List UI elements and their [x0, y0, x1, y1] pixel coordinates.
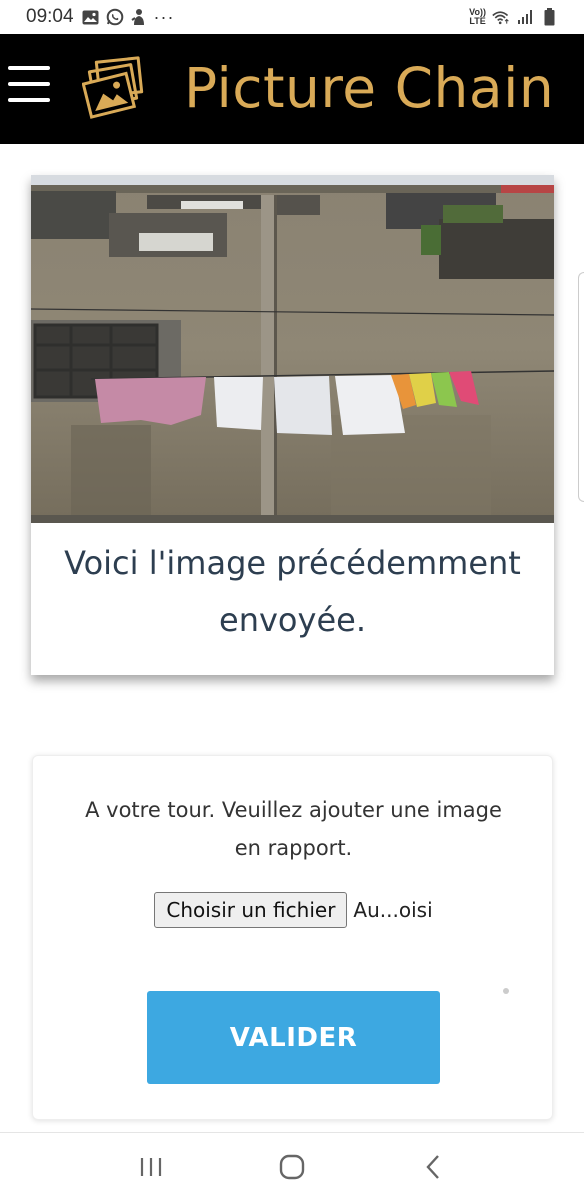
- home-icon[interactable]: [272, 1147, 312, 1187]
- menu-bar-line: [8, 82, 50, 86]
- image-icon: [82, 8, 100, 26]
- volte-indicator: Vo)) LTE: [469, 8, 486, 26]
- status-right: Vo)) LTE: [469, 8, 558, 26]
- status-bar: 09:04 ··· Vo)) LTE: [0, 0, 584, 34]
- selected-file-name: Au...oisi: [353, 898, 433, 922]
- recent-apps-icon[interactable]: [131, 1147, 171, 1187]
- previous-image-caption: Voici l'image précédemment envoyée.: [64, 544, 521, 639]
- back-icon[interactable]: [413, 1147, 453, 1187]
- wifi-icon: [492, 8, 510, 26]
- previous-image-card: Voici l'image précédemment envoyée.: [31, 175, 554, 675]
- menu-bar-line: [8, 98, 50, 102]
- signal-icon: [516, 8, 534, 26]
- status-time: 09:04: [26, 6, 74, 27]
- choose-file-button[interactable]: Choisir un fichier: [154, 892, 348, 928]
- previous-image-photo: [31, 175, 554, 523]
- upload-form-card: A votre tour. Veuillez ajouter une image…: [32, 755, 553, 1120]
- status-notification-icons: ···: [82, 7, 175, 28]
- battery-icon: [540, 8, 558, 26]
- app-header: Picture Chain: [0, 34, 584, 144]
- whatsapp-icon: [106, 8, 124, 26]
- status-left: 09:04 ···: [26, 6, 175, 28]
- picture-chain-logo-icon[interactable]: [81, 56, 146, 120]
- menu-icon[interactable]: [8, 66, 50, 102]
- notification-icon: [130, 8, 148, 26]
- menu-bar-line: [8, 66, 50, 70]
- upload-prompt: A votre tour. Veuillez ajouter une image…: [85, 798, 502, 860]
- file-input: Choisir un fichier Au...oisi: [33, 892, 554, 928]
- more-notifications: ···: [153, 6, 175, 27]
- app-title[interactable]: Picture Chain: [184, 56, 554, 120]
- system-nav-bar: [0, 1132, 584, 1200]
- decorative-dot: [503, 988, 509, 994]
- submit-button[interactable]: VALIDER: [147, 991, 440, 1084]
- volte-bottom: LTE: [469, 16, 486, 26]
- scroll-indicator[interactable]: [578, 272, 584, 502]
